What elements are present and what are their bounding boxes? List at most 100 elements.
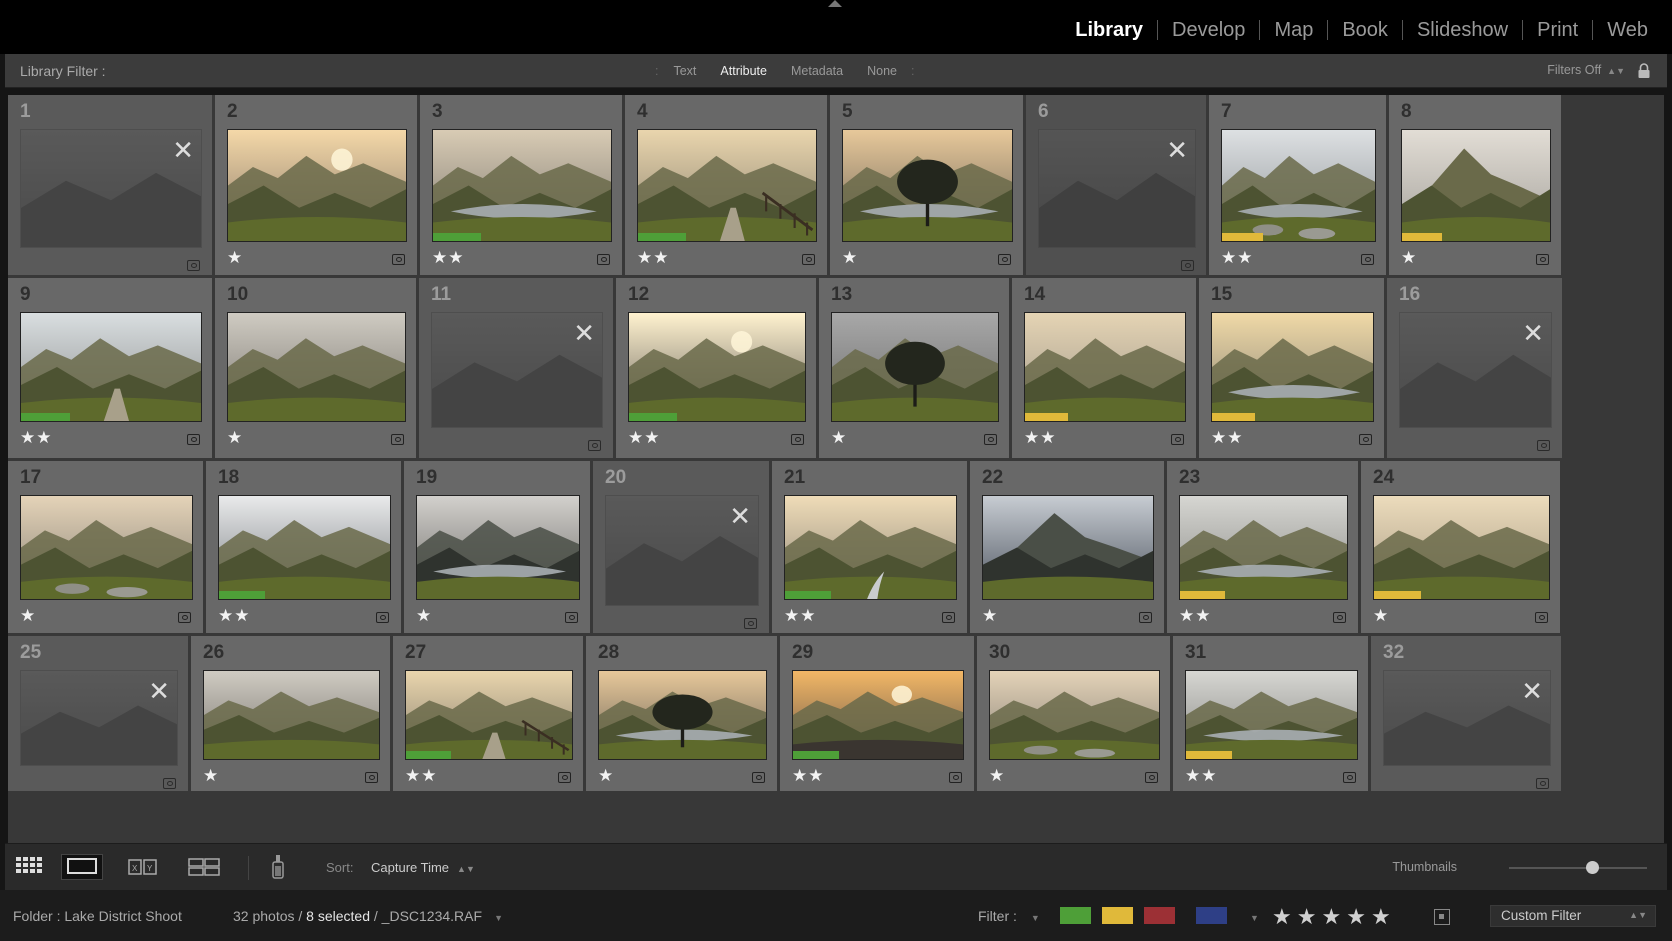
metadata-badge-icon[interactable] — [163, 778, 176, 789]
star-rating[interactable]: ★ — [989, 766, 1005, 786]
photo-cell[interactable]: 16 ✕ — [1387, 278, 1562, 458]
star-rating[interactable]: ★ — [598, 766, 614, 786]
dropdown-arrow-icon[interactable]: ▼ — [1031, 913, 1040, 923]
photo-cell[interactable]: 5 ★ — [830, 95, 1023, 275]
photo-cell[interactable]: 17 ★ — [8, 461, 203, 633]
photo-cell[interactable]: 26 ★ — [191, 636, 390, 791]
metadata-badge-icon[interactable] — [942, 612, 955, 623]
reject-flag-icon[interactable]: ✕ — [573, 320, 595, 346]
photo-cell[interactable]: 1 ✕ — [8, 95, 212, 275]
module-map[interactable]: Map — [1260, 16, 1327, 44]
photo-thumbnail[interactable] — [628, 312, 806, 422]
module-web[interactable]: Web — [1593, 16, 1662, 44]
metadata-badge-icon[interactable] — [1536, 254, 1549, 265]
metadata-badge-icon[interactable] — [1359, 434, 1372, 445]
metadata-badge-icon[interactable] — [802, 254, 815, 265]
star-rating[interactable]: ★ — [842, 248, 858, 268]
photo-cell[interactable]: 19 ★ — [404, 461, 590, 633]
photo-cell[interactable]: 22 ★ — [970, 461, 1164, 633]
metadata-badge-icon[interactable] — [1145, 772, 1158, 783]
photo-thumbnail[interactable] — [982, 495, 1154, 600]
photo-cell[interactable]: 13 ★ — [819, 278, 1009, 458]
photo-cell[interactable]: 9 ★★ — [8, 278, 212, 458]
lock-icon[interactable] — [1637, 63, 1651, 79]
slider-knob[interactable] — [1586, 861, 1599, 874]
selection-count[interactable]: 32 photos / 8 selected / _DSC1234.RAF ▼ — [233, 908, 503, 924]
star-rating[interactable]: ★★ — [405, 766, 437, 786]
star-rating[interactable]: ★ — [20, 606, 36, 626]
thumbnail-size-slider[interactable] — [1509, 861, 1647, 874]
metadata-badge-icon[interactable] — [1139, 612, 1152, 623]
star-rating[interactable]: ★ — [831, 428, 847, 448]
star-rating-filter[interactable]: ▼ ★★★★★ — [1250, 904, 1396, 930]
photo-thumbnail[interactable] — [842, 129, 1013, 242]
metadata-badge-icon[interactable] — [1343, 772, 1356, 783]
photo-cell[interactable]: 23 ★★ — [1167, 461, 1358, 633]
painter-icon[interactable] — [267, 854, 289, 880]
module-book[interactable]: Book — [1328, 16, 1402, 44]
metadata-badge-icon[interactable] — [998, 254, 1011, 265]
star-rating[interactable]: ★★ — [20, 428, 52, 448]
yellow-label-filter[interactable] — [1102, 907, 1133, 924]
folder-name[interactable]: Folder : Lake District Shoot — [13, 908, 182, 924]
metadata-badge-icon[interactable] — [1181, 260, 1194, 271]
metadata-badge-icon[interactable] — [597, 254, 610, 265]
filter-tab-attribute[interactable]: Attribute — [708, 64, 779, 78]
photo-cell[interactable]: 15 ★★ — [1199, 278, 1384, 458]
star-rating[interactable]: ★ — [982, 606, 998, 626]
photo-thumbnail[interactable] — [1401, 129, 1551, 242]
photo-cell[interactable]: 24 ★ — [1361, 461, 1560, 633]
photo-cell[interactable]: 31 ★★ — [1173, 636, 1368, 791]
photo-cell[interactable]: 12 ★★ — [616, 278, 816, 458]
photo-cell[interactable]: 32 ✕ — [1371, 636, 1561, 791]
loupe-view-icon[interactable] — [61, 854, 103, 880]
photo-thumbnail[interactable] — [227, 312, 406, 422]
star-rating[interactable]: ★ — [1401, 248, 1417, 268]
module-develop[interactable]: Develop — [1158, 16, 1259, 44]
star-rating[interactable]: ★★ — [1211, 428, 1243, 448]
photo-cell[interactable]: 10 ★ — [215, 278, 416, 458]
module-library[interactable]: Library — [1061, 16, 1157, 44]
blue-label-filter[interactable] — [1196, 907, 1227, 924]
metadata-badge-icon[interactable] — [187, 260, 200, 271]
star-rating[interactable]: ★★ — [218, 606, 250, 626]
photo-thumbnail[interactable] — [405, 670, 573, 760]
photo-thumbnail[interactable] — [989, 670, 1160, 760]
filter-tab-metadata[interactable]: Metadata — [779, 64, 855, 78]
star-rating[interactable]: ★ — [203, 766, 219, 786]
metadata-badge-icon[interactable] — [588, 440, 601, 451]
star-rating[interactable]: ★★ — [792, 766, 824, 786]
metadata-badge-icon[interactable] — [1535, 612, 1548, 623]
photo-cell[interactable]: 7 ★★ — [1209, 95, 1386, 275]
photo-thumbnail[interactable] — [1185, 670, 1358, 760]
star-rating[interactable]: ★ — [227, 428, 243, 448]
metadata-badge-icon[interactable] — [1537, 440, 1550, 451]
star-rating[interactable]: ★★ — [1185, 766, 1217, 786]
filters-off-dropdown[interactable]: Filters Off ▲▼ — [1547, 63, 1625, 77]
photo-thumbnail[interactable] — [1211, 312, 1374, 422]
star-rating[interactable]: ★★ — [1024, 428, 1056, 448]
photo-cell[interactable]: 21 ★★ — [772, 461, 967, 633]
photo-thumbnail[interactable] — [598, 670, 767, 760]
star-rating[interactable]: ★★ — [1221, 248, 1253, 268]
compare-view-icon[interactable]: XY — [127, 854, 159, 880]
photo-cell[interactable]: 3 ★★ — [420, 95, 622, 275]
photo-thumbnail[interactable] — [637, 129, 817, 242]
grid-view-icon[interactable] — [15, 854, 45, 880]
star-rating[interactable]: ★ — [227, 248, 243, 268]
photo-thumbnail[interactable] — [20, 312, 202, 422]
photo-thumbnail[interactable] — [1221, 129, 1376, 242]
metadata-badge-icon[interactable] — [1361, 254, 1374, 265]
module-print[interactable]: Print — [1523, 16, 1592, 44]
photo-thumbnail[interactable] — [1024, 312, 1186, 422]
photo-thumbnail[interactable] — [432, 129, 612, 242]
star-rating[interactable]: ★ — [1373, 606, 1389, 626]
reject-flag-icon[interactable]: ✕ — [729, 503, 751, 529]
metadata-badge-icon[interactable] — [949, 772, 962, 783]
metadata-badge-icon[interactable] — [178, 612, 191, 623]
metadata-badge-icon[interactable] — [392, 254, 405, 265]
metadata-badge-icon[interactable] — [1333, 612, 1346, 623]
metadata-badge-icon[interactable] — [791, 434, 804, 445]
star-rating[interactable]: ★★ — [432, 248, 464, 268]
photo-thumbnail[interactable] — [831, 312, 999, 422]
